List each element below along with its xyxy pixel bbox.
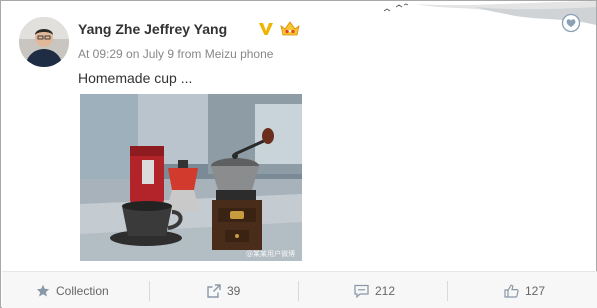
post-text: Homemade cup ...: [78, 70, 193, 86]
image-watermark: @某某用户微博: [246, 250, 295, 258]
like-count: 127: [525, 283, 546, 298]
comment-button[interactable]: 212: [354, 272, 395, 308]
comment-count: 212: [375, 283, 396, 298]
collection-label: Collection: [56, 283, 109, 298]
comment-icon: [354, 284, 369, 298]
thumbs-up-icon: [504, 284, 519, 298]
post-meta: At 09:29 on July 9 from Meizu phone: [78, 47, 274, 61]
favorite-heart-icon[interactable]: [561, 13, 581, 33]
verified-v-icon: [259, 23, 273, 35]
star-icon: [36, 284, 50, 296]
share-icon: [207, 283, 221, 298]
vip-crown-icon[interactable]: [279, 19, 301, 39]
action-divider: [447, 281, 448, 301]
decorative-ink-art: [383, 1, 596, 25]
share-count: 39: [227, 283, 241, 298]
avatar[interactable]: [19, 17, 69, 67]
post-card: Yang Zhe Jeffrey Yang At 09:29 on July 9…: [0, 0, 597, 308]
like-button[interactable]: 127: [504, 272, 545, 308]
action-divider: [149, 281, 150, 301]
collection-button[interactable]: Collection: [36, 272, 109, 308]
username[interactable]: Yang Zhe Jeffrey Yang: [78, 21, 227, 37]
post-image[interactable]: @某某用户微博: [80, 94, 302, 261]
share-button[interactable]: 39: [207, 272, 240, 308]
action-bar: Collection 39 212 127: [2, 271, 597, 308]
action-divider: [298, 281, 299, 301]
